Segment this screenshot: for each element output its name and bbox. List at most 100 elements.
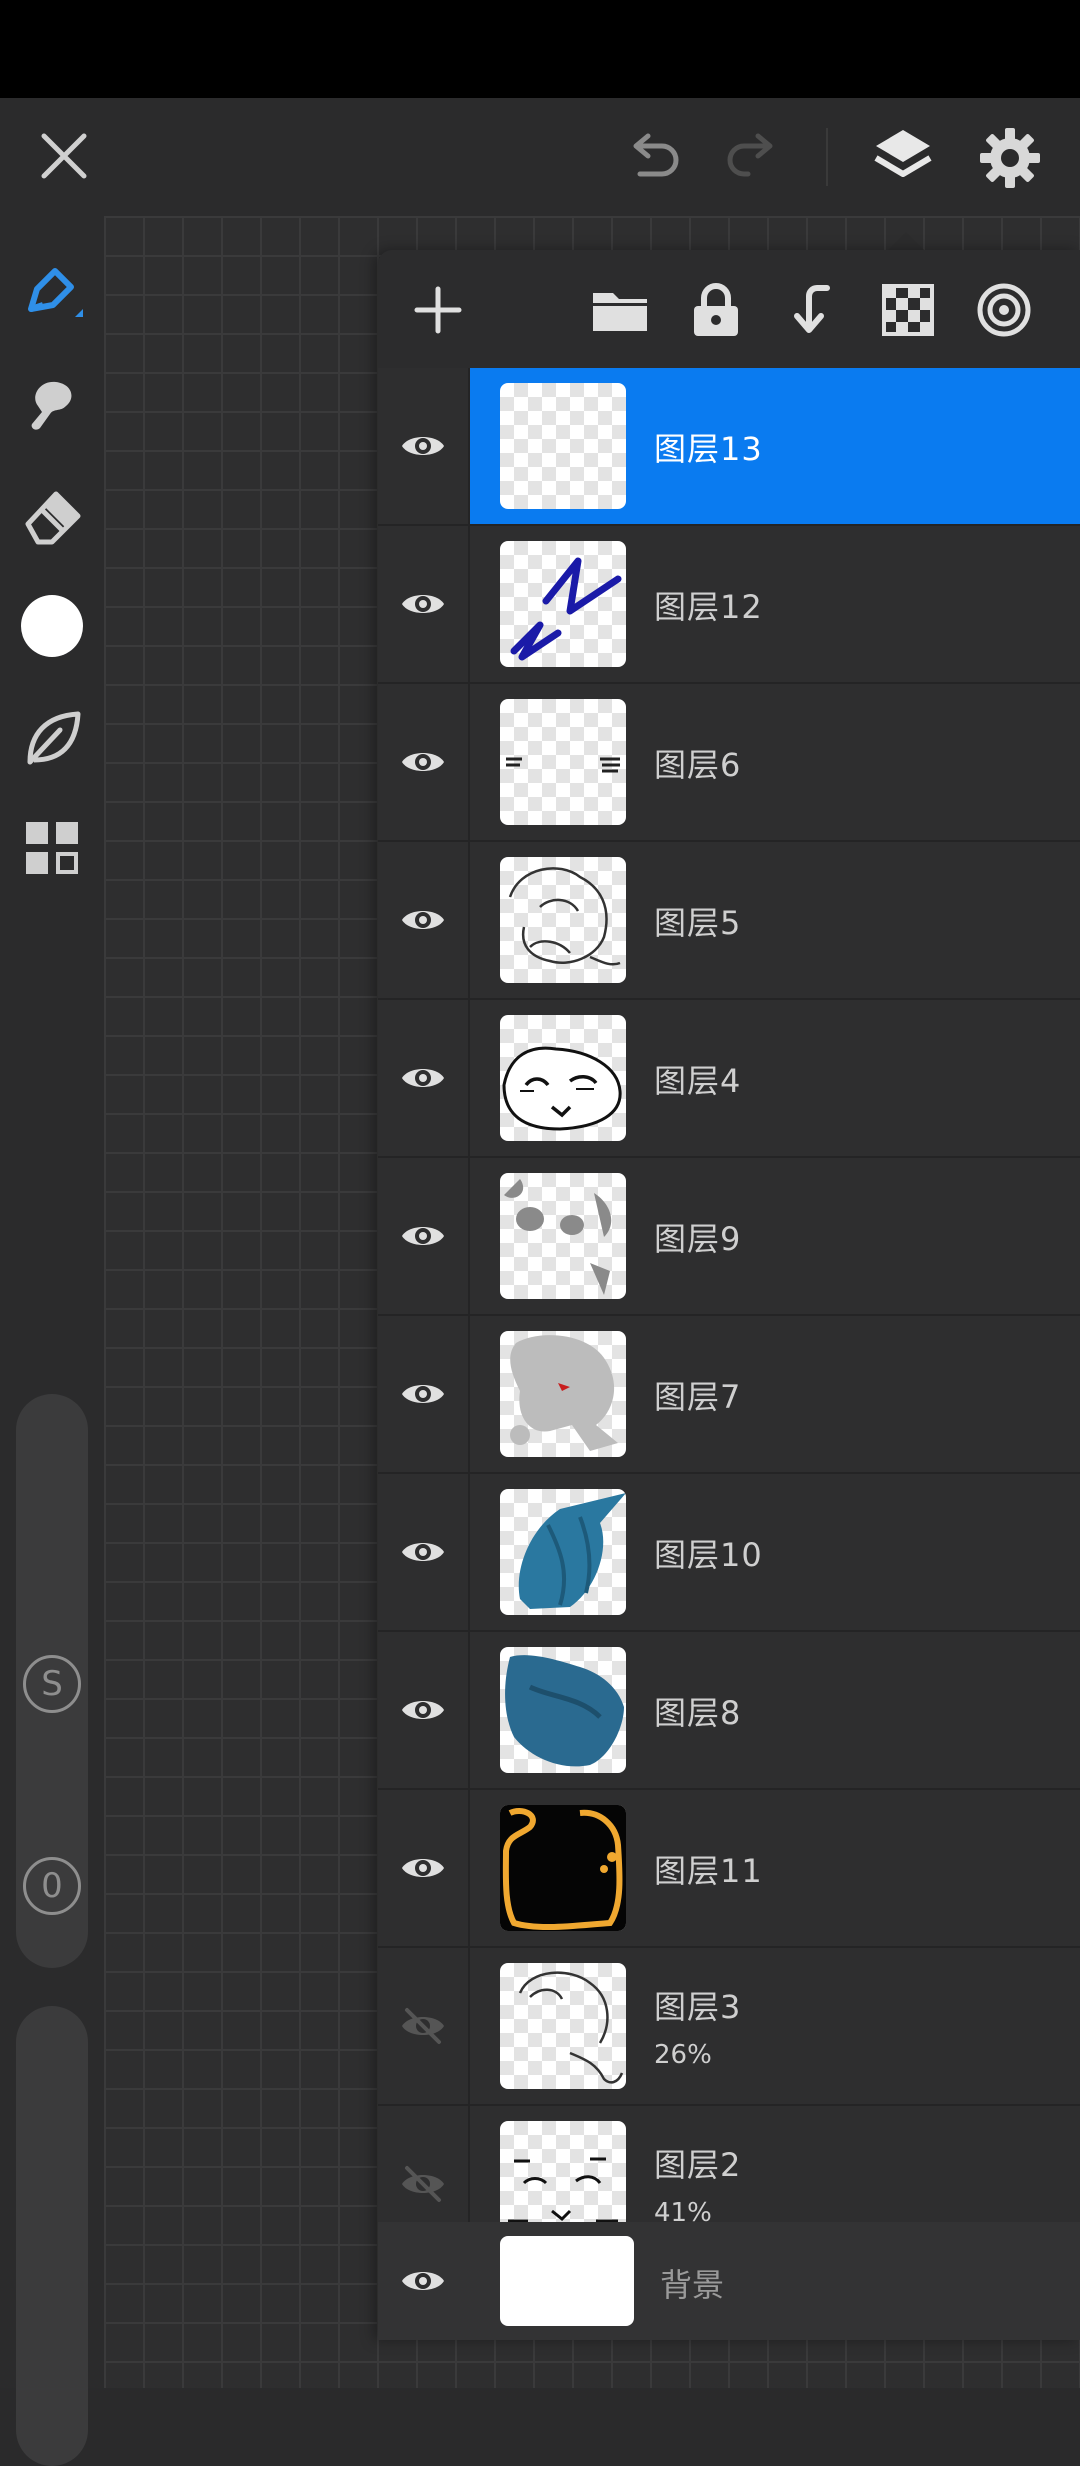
pencil-tool[interactable] <box>14 254 90 330</box>
eye-icon <box>402 437 444 455</box>
eye-icon <box>402 911 444 929</box>
layer-name: 图层5 <box>654 904 742 942</box>
layer-name: 图层10 <box>654 1536 763 1574</box>
size-label: S <box>23 1655 81 1713</box>
layer-row[interactable]: 图层8 <box>378 1632 1080 1790</box>
layer-thumbnail <box>500 1173 626 1299</box>
size-badge: S <box>20 1652 84 1716</box>
layer-thumbnail <box>500 1647 626 1773</box>
smudge-tool[interactable] <box>14 366 90 442</box>
layer-name: 图层4 <box>654 1062 742 1100</box>
layer-list: 图层13 图层12 图层6 图层5 图层4 图层9 图层7 图层10 图层8 图层11 图层3 26%… <box>378 368 1080 2264</box>
layer-thumbnail <box>500 1805 626 1931</box>
eye-hidden-icon <box>402 2166 444 2202</box>
color-picker[interactable] <box>14 588 90 664</box>
layer-row[interactable]: 图层10 <box>378 1474 1080 1632</box>
layers-panel: 图层13 图层12 图层6 图层5 图层4 图层9 图层7 图层10 图层8 图层11 图层3 26%… <box>378 250 1080 2340</box>
layer-row[interactable]: 图层6 <box>378 684 1080 842</box>
reference-button[interactable] <box>974 280 1034 340</box>
checker-icon <box>882 284 934 336</box>
top-bar <box>0 98 1080 216</box>
layer-row[interactable]: 图层4 <box>378 1000 1080 1158</box>
redo-icon[interactable] <box>722 130 782 186</box>
add-layer-button[interactable] <box>408 280 468 340</box>
layer-thumbnail <box>500 1963 626 2089</box>
layer-name: 图层9 <box>654 1220 742 1258</box>
close-icon[interactable] <box>36 128 92 184</box>
layer-thumbnail <box>500 541 626 667</box>
layer-row[interactable]: 图层11 <box>378 1790 1080 1948</box>
eye-icon <box>402 2272 444 2290</box>
layer-visibility-toggle[interactable] <box>378 368 470 524</box>
layer-visibility-toggle[interactable] <box>378 1790 470 1946</box>
eye-hidden-icon <box>402 2008 444 2044</box>
folder-icon <box>593 293 647 331</box>
layer-name: 图层11 <box>654 1852 763 1890</box>
layer-thumbnail <box>500 383 626 509</box>
lock-button[interactable] <box>686 280 746 340</box>
layers-icon[interactable] <box>872 124 934 186</box>
layer-row[interactable]: 图层3 26% <box>378 1948 1080 2106</box>
background-thumbnail <box>500 2236 634 2326</box>
undo-icon[interactable] <box>624 130 684 186</box>
gear-icon[interactable] <box>978 126 1042 190</box>
layer-name: 图层13 <box>654 430 763 468</box>
eye-icon <box>402 1859 444 1877</box>
target-icon <box>977 283 1031 337</box>
opacity-slider[interactable] <box>16 2006 88 2466</box>
layer-visibility-toggle[interactable] <box>378 1316 470 1472</box>
layer-thumbnail <box>500 857 626 983</box>
eye-icon <box>402 1069 444 1087</box>
top-divider <box>826 128 828 186</box>
layer-name: 图层2 <box>654 2146 742 2184</box>
eraser-tool[interactable] <box>14 478 90 554</box>
background-layer-row[interactable]: 背景 <box>378 2222 1080 2340</box>
layer-visibility-toggle[interactable] <box>378 1948 470 2104</box>
layer-name: 图层12 <box>654 588 763 626</box>
layer-opacity: 26% <box>654 2040 712 2070</box>
eye-icon <box>402 1543 444 1561</box>
layer-visibility-toggle[interactable] <box>378 1474 470 1630</box>
layer-thumbnail <box>500 699 626 825</box>
add-icon <box>414 286 462 334</box>
left-toolbar: S 0 <box>0 216 104 2466</box>
layer-visibility-toggle[interactable] <box>378 1158 470 1314</box>
layer-visibility-toggle[interactable] <box>378 526 470 682</box>
layer-name: 图层3 <box>654 1988 742 2026</box>
layer-row[interactable]: 图层7 <box>378 1316 1080 1474</box>
merge-down-icon <box>794 285 830 333</box>
eye-icon <box>402 753 444 771</box>
layer-thumbnail <box>500 1331 626 1457</box>
layer-visibility-toggle[interactable] <box>378 842 470 998</box>
background-layer-name: 背景 <box>660 2266 725 2304</box>
status-bar <box>0 0 1080 98</box>
pencil-icon <box>28 268 83 317</box>
merge-down-button[interactable] <box>782 280 842 340</box>
layer-visibility-toggle[interactable] <box>378 1632 470 1788</box>
transparency-button[interactable] <box>878 280 938 340</box>
panel-pointer <box>888 232 924 250</box>
layer-row[interactable]: 图层9 <box>378 1158 1080 1316</box>
leaf-icon <box>27 711 81 765</box>
layer-name: 图层7 <box>654 1378 742 1416</box>
gallery-tool[interactable] <box>14 810 90 886</box>
eye-icon <box>402 595 444 613</box>
layer-row[interactable]: 图层13 <box>378 368 1080 526</box>
layers-toolbar <box>378 250 1080 368</box>
folder-button[interactable] <box>590 280 650 340</box>
leaf-tool[interactable] <box>14 700 90 776</box>
layer-row[interactable]: 图层5 <box>378 842 1080 1000</box>
lock-icon <box>694 283 738 336</box>
opacity-label: 0 <box>23 1857 81 1915</box>
layer-thumbnail <box>500 1015 626 1141</box>
eraser-icon <box>25 491 81 545</box>
layer-visibility-toggle[interactable] <box>378 1000 470 1156</box>
eye-icon <box>402 1701 444 1719</box>
layer-row[interactable]: 图层12 <box>378 526 1080 684</box>
color-icon <box>21 595 83 657</box>
layer-name: 图层6 <box>654 746 742 784</box>
eye-icon <box>402 1385 444 1403</box>
layer-visibility-toggle[interactable] <box>378 684 470 840</box>
layer-thumbnail <box>500 1489 626 1615</box>
background-visibility-toggle[interactable] <box>378 2222 468 2340</box>
